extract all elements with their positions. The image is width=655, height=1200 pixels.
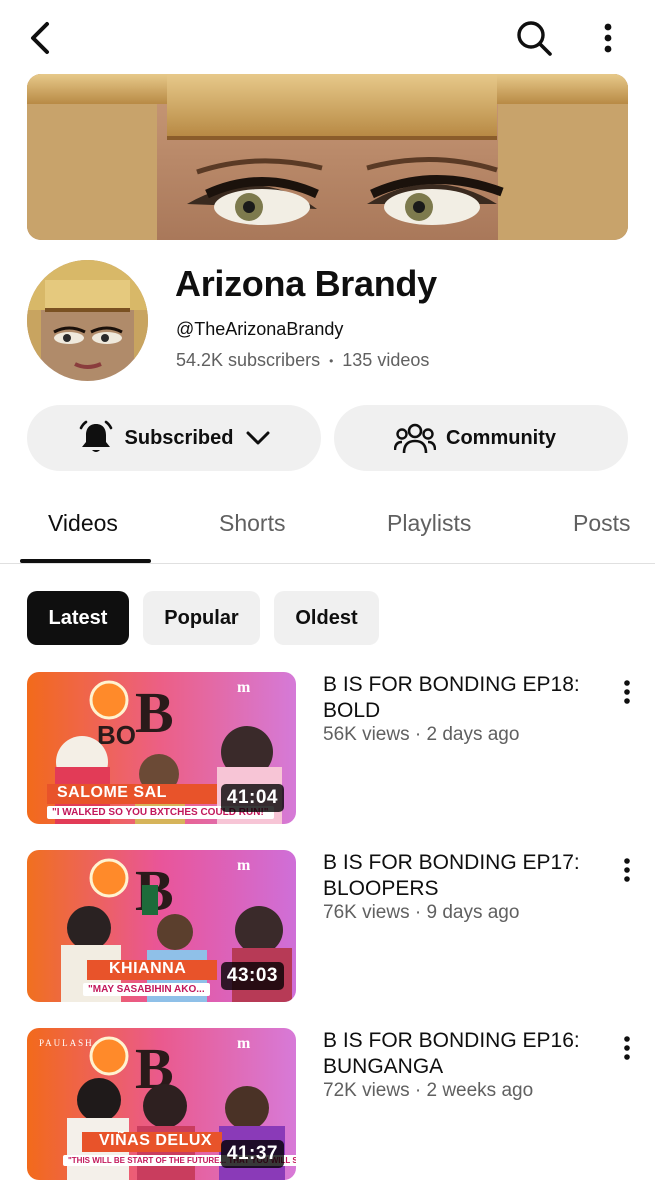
active-tab-indicator xyxy=(20,559,151,563)
more-vertical-icon xyxy=(624,1036,630,1060)
svg-text:m: m xyxy=(237,679,251,696)
meta-separator: • xyxy=(329,353,334,368)
video-duration: 41:04 xyxy=(220,784,284,812)
video-more-button[interactable] xyxy=(612,852,642,888)
more-vertical-icon xyxy=(624,680,630,704)
tab-videos[interactable]: Videos xyxy=(48,510,118,537)
video-more-button[interactable] xyxy=(612,674,642,710)
svg-text:BO: BO xyxy=(97,720,136,750)
channel-tabs: Videos Shorts Playlists Posts xyxy=(0,490,655,564)
video-title[interactable]: B IS FOR BONDING EP16: BUNGANGA xyxy=(323,1028,605,1080)
more-vertical-icon xyxy=(604,23,612,53)
chevron-down-icon xyxy=(246,431,270,445)
search-button[interactable] xyxy=(510,14,558,62)
back-arrow-icon xyxy=(31,22,49,54)
video-meta: 56K views · 2 days ago xyxy=(323,724,520,745)
tab-posts[interactable]: Posts xyxy=(573,510,631,537)
channel-handle: @TheArizonaBrandy xyxy=(176,319,344,339)
channel-name: Arizona Brandy xyxy=(175,263,437,304)
channel-banner xyxy=(27,74,628,240)
top-bar xyxy=(0,0,655,74)
video-thumbnail[interactable]: B BO m SALOME SAL "I WALKED SO YOU BXTCH… xyxy=(27,672,296,824)
thumbnail-caption: KHIANNA xyxy=(109,960,187,977)
video-thumbnail[interactable]: B PAULASH m VIÑAS DELUX "THIS WILL BE ST… xyxy=(27,1028,296,1180)
channel-meta[interactable]: 54.2K subscribers • 135 videos xyxy=(176,350,429,371)
channel-avatar[interactable] xyxy=(27,260,148,381)
community-icon xyxy=(394,423,436,454)
more-vertical-icon xyxy=(624,858,630,882)
back-button[interactable] xyxy=(18,16,62,60)
bell-icon xyxy=(79,420,112,452)
video-meta: 72K views · 2 weeks ago xyxy=(323,1080,534,1101)
subscribed-button[interactable]: Subscribed xyxy=(27,405,321,471)
video-list-item[interactable]: B BO m SALOME SAL "I WALKED SO YOU BXTCH… xyxy=(0,672,655,824)
search-icon xyxy=(517,21,552,56)
video-list-item[interactable]: B m KHIANNA "MAY SASABIHIN AKO... 43:03 … xyxy=(0,850,655,1002)
filter-oldest-chip[interactable]: Oldest xyxy=(274,591,379,645)
video-meta: 76K views · 9 days ago xyxy=(323,902,520,923)
community-button[interactable]: Community xyxy=(334,405,628,471)
subscribed-label: Subscribed xyxy=(124,426,234,449)
svg-text:B: B xyxy=(135,680,174,745)
video-more-button[interactable] xyxy=(612,1030,642,1066)
video-duration: 43:03 xyxy=(220,962,284,990)
video-count: 135 videos xyxy=(342,350,430,370)
tab-playlists[interactable]: Playlists xyxy=(387,510,471,537)
subscriber-count: 54.2K subscribers xyxy=(176,350,321,370)
tab-shorts[interactable]: Shorts xyxy=(219,510,285,537)
thumbnail-caption: SALOME SAL xyxy=(57,784,167,801)
video-title[interactable]: B IS FOR BONDING EP18: BOLD xyxy=(323,672,605,724)
video-duration: 41:37 xyxy=(220,1140,284,1168)
svg-text:m: m xyxy=(237,1035,251,1052)
thumbnail-quote: "MAY SASABIHIN AKO... xyxy=(83,983,210,996)
video-list-item[interactable]: B PAULASH m VIÑAS DELUX "THIS WILL BE ST… xyxy=(0,1028,655,1180)
community-label: Community xyxy=(446,426,556,449)
video-title[interactable]: B IS FOR BONDING EP17: BLOOPERS xyxy=(323,850,605,902)
filter-latest-chip[interactable]: Latest xyxy=(27,591,129,645)
filter-popular-chip[interactable]: Popular xyxy=(143,591,260,645)
video-thumbnail[interactable]: B m KHIANNA "MAY SASABIHIN AKO... 43:03 xyxy=(27,850,296,1002)
more-options-button[interactable] xyxy=(588,14,628,62)
svg-text:m: m xyxy=(237,857,251,874)
thumbnail-caption: VIÑAS DELUX xyxy=(99,1132,213,1149)
svg-text:PAULASH: PAULASH xyxy=(39,1038,94,1048)
